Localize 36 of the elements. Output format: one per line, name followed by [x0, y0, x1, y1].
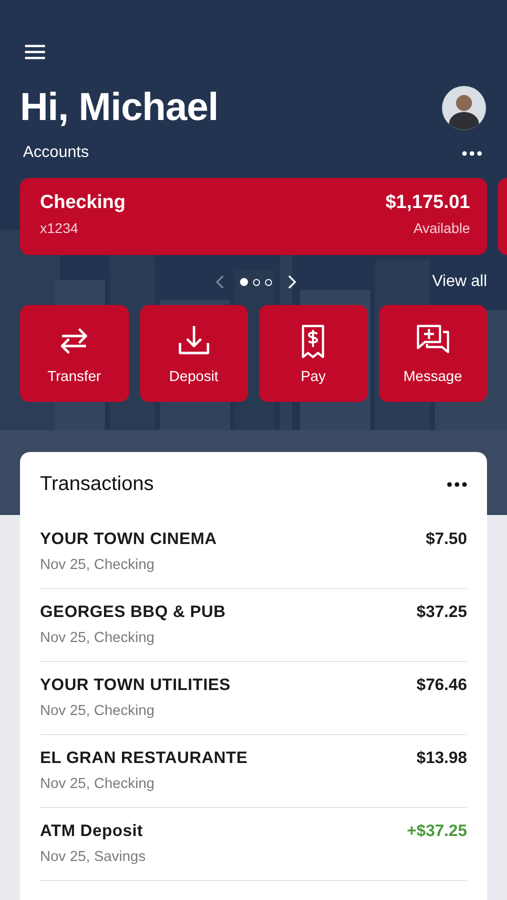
merchant-name: ATM Deposit: [40, 822, 144, 841]
avatar-icon[interactable]: [442, 86, 486, 130]
transaction-detail: Nov 25, Savings: [40, 849, 146, 865]
view-all-link[interactable]: View all: [432, 273, 487, 291]
transaction-amount: $7.50: [426, 530, 467, 550]
transaction-amount: +$37.25: [406, 822, 467, 842]
balance-label: Available: [413, 220, 470, 236]
more-icon[interactable]: [462, 150, 482, 156]
transaction-detail: Nov 25, Checking: [40, 630, 156, 646]
transaction-detail: Nov 25, Checking: [40, 776, 156, 792]
transaction-amount: $76.46: [416, 676, 467, 696]
action-button[interactable]: Deposit: [140, 305, 248, 402]
account-number: x1234: [40, 220, 80, 236]
page-dot[interactable]: [265, 278, 272, 286]
merchant-name: GEORGES BBQ & PUB: [40, 603, 226, 622]
menu-icon[interactable]: [25, 44, 45, 60]
action-button[interactable]: Message: [378, 305, 487, 402]
account-name: Checking: [40, 192, 126, 214]
account-balance: $1,175.01: [385, 192, 470, 214]
page-dot[interactable]: [253, 278, 260, 286]
greeting: Hi, Michael: [20, 86, 218, 130]
previous-icon[interactable]: [216, 275, 224, 289]
card-title: Transactions: [40, 472, 154, 496]
action-button[interactable]: Pay: [259, 305, 368, 402]
section-title: Accounts: [23, 144, 89, 162]
transaction-detail: Nov 25, Checking: [40, 557, 156, 573]
transaction-amount: $37.25: [416, 603, 467, 623]
transaction-detail: Nov 25, Checking: [40, 703, 156, 719]
next-icon[interactable]: [288, 275, 296, 289]
transaction-amount: $13.98: [416, 749, 467, 769]
merchant-name: YOUR TOWN CINEMA: [40, 530, 217, 549]
merchant-name: YOUR TOWN UTILITIES: [40, 676, 231, 695]
merchant-name: EL GRAN RESTAURANTE: [40, 749, 248, 768]
more-icon[interactable]: [447, 482, 467, 486]
account-card[interactable]: Checking x1234 $1,175.01 Available: [20, 178, 487, 255]
action-button[interactable]: Transfer: [20, 305, 128, 402]
